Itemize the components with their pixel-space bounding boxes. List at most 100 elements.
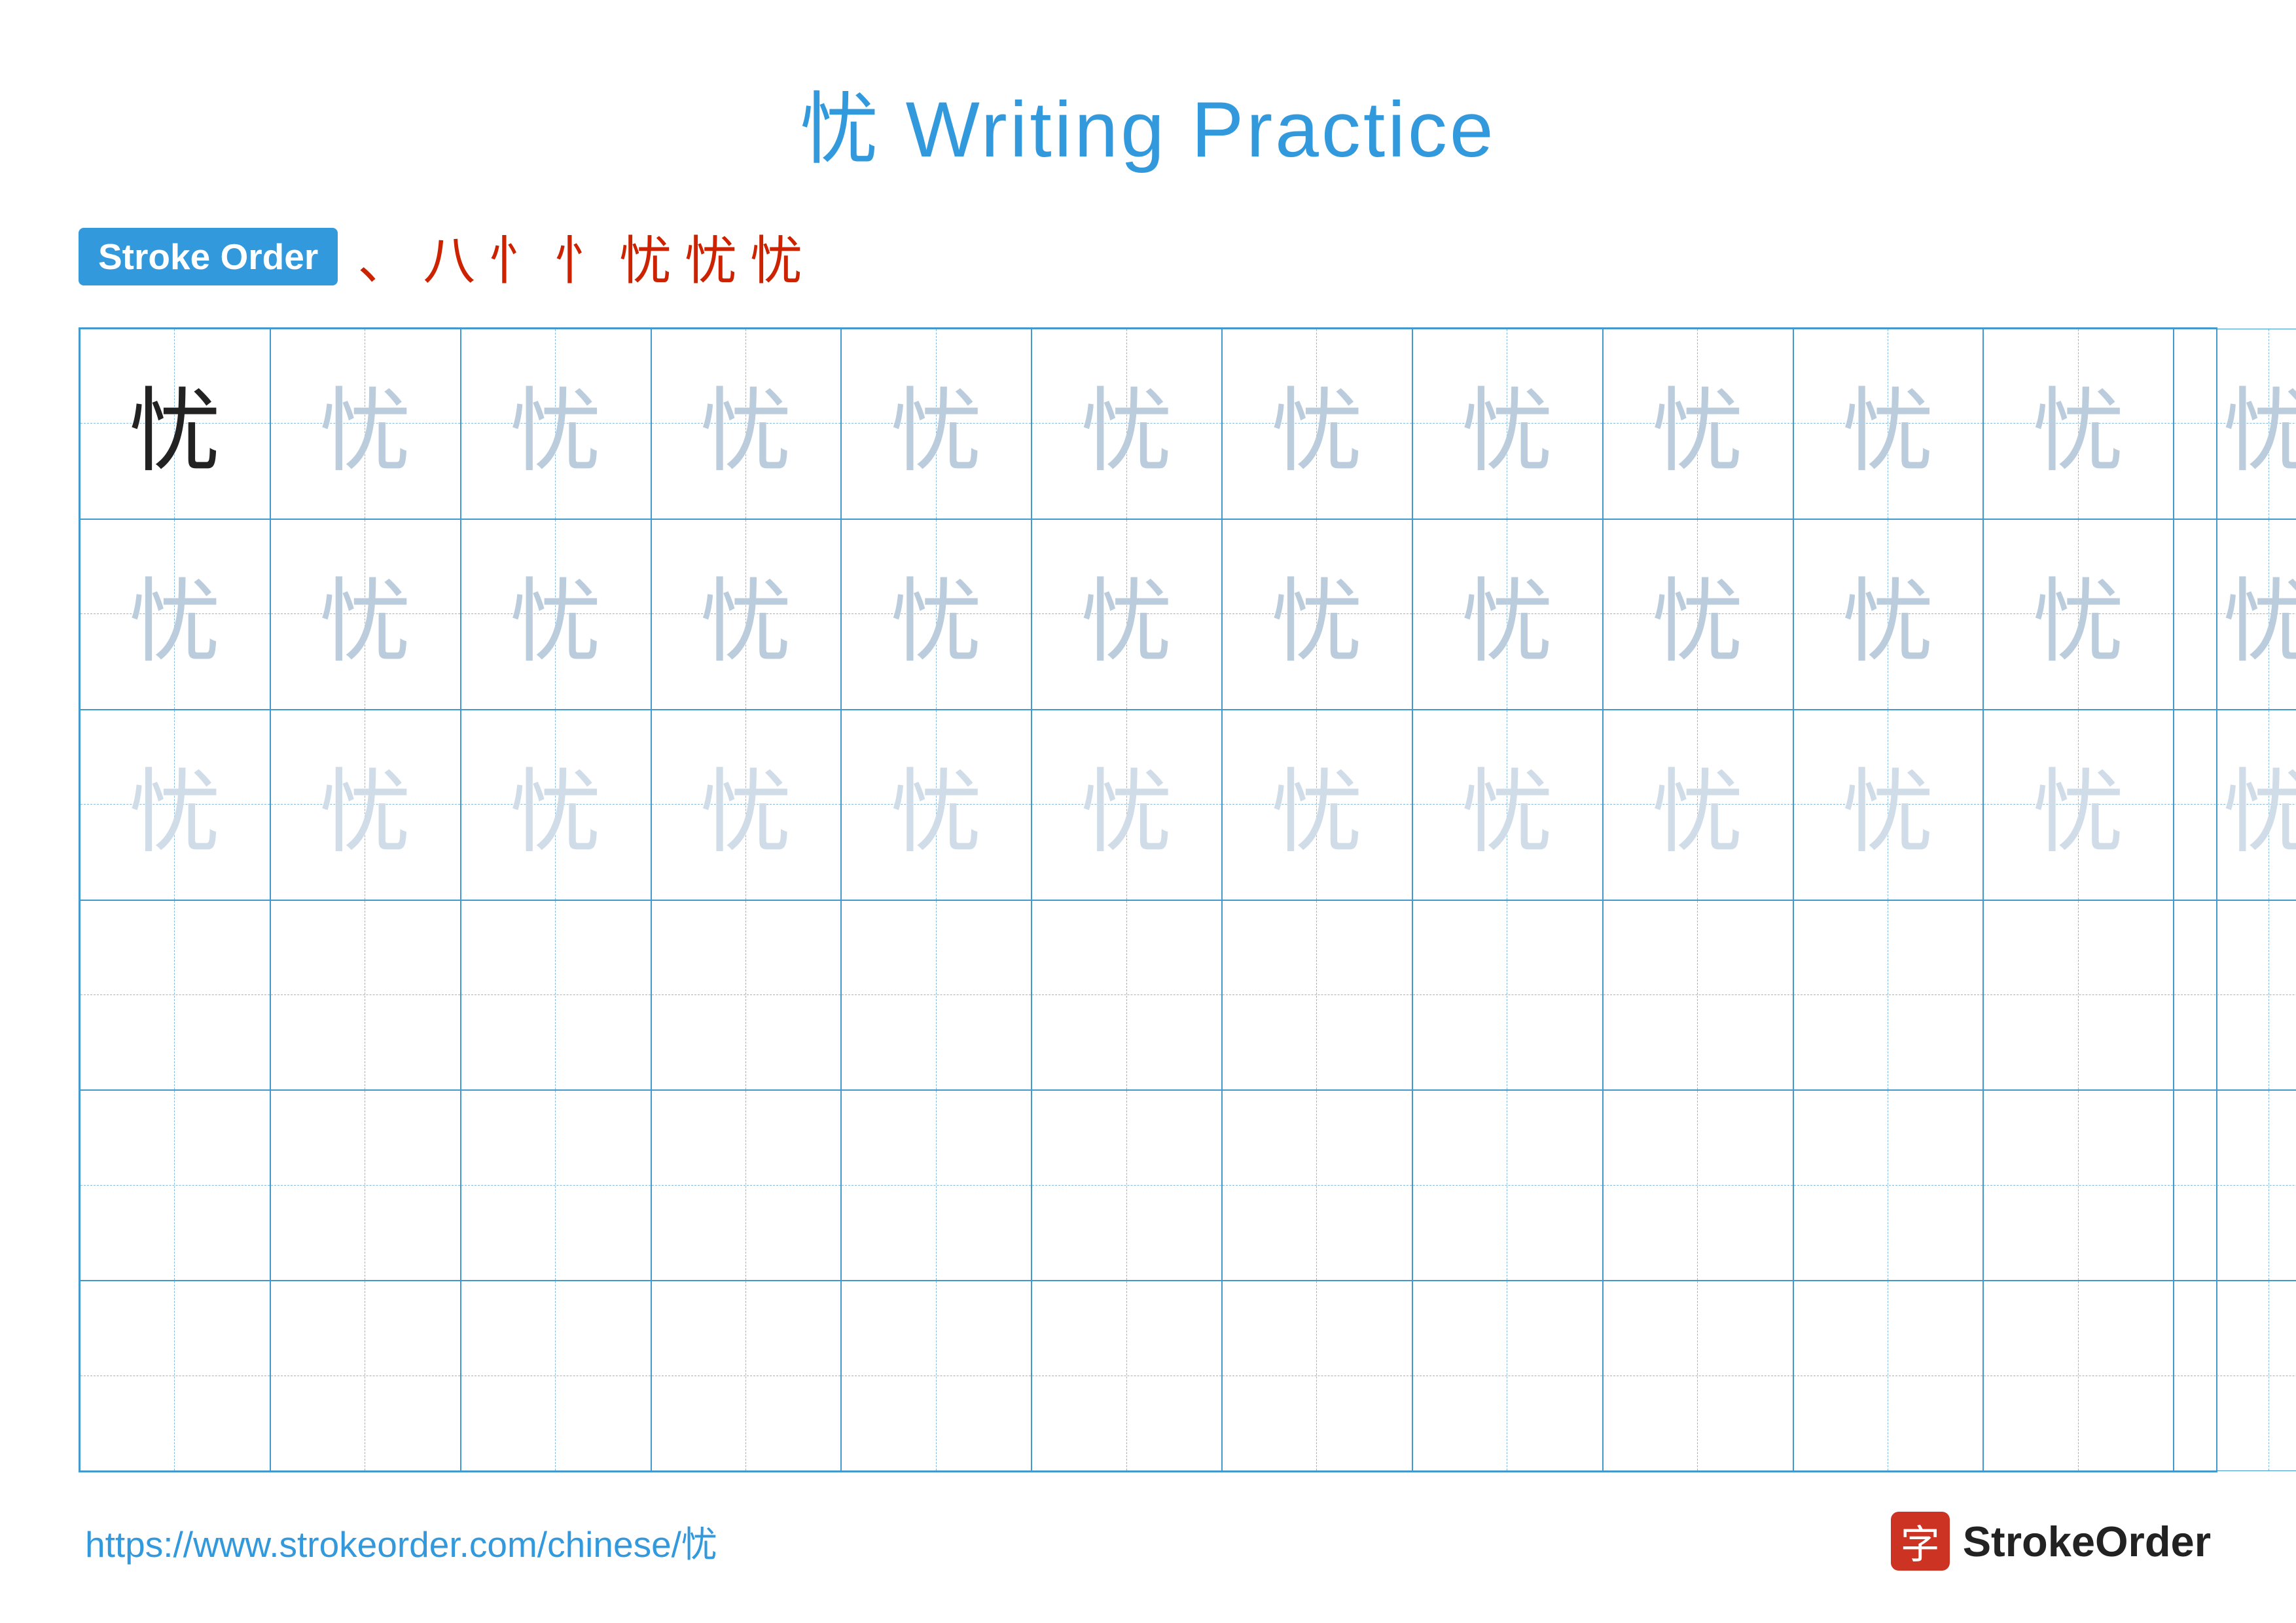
grid-cell-r2c6[interactable]: 忧	[1031, 519, 1222, 710]
stroke-7: 忧	[750, 219, 802, 295]
grid-cell-r3c12[interactable]: 忧	[2174, 710, 2296, 900]
grid-cell-r4c5[interactable]	[841, 900, 1031, 1091]
char-display: 忧	[1271, 739, 1363, 871]
grid-cell-r2c4[interactable]: 忧	[651, 519, 842, 710]
grid-cell-r1c3[interactable]: 忧	[461, 329, 651, 519]
grid-cell-r5c4[interactable]	[651, 1090, 842, 1281]
grid-cell-r4c7[interactable]	[1222, 900, 1412, 1091]
grid-cell-r3c3[interactable]: 忧	[461, 710, 651, 900]
grid-cell-r6c7[interactable]	[1222, 1281, 1412, 1471]
grid-cell-r4c8[interactable]	[1412, 900, 1603, 1091]
grid-cell-r1c9[interactable]: 忧	[1603, 329, 1793, 519]
char-display: 忧	[1271, 548, 1363, 680]
grid-cell-r6c6[interactable]	[1031, 1281, 1222, 1471]
grid-cell-r2c1[interactable]: 忧	[80, 519, 270, 710]
grid-cell-r1c5[interactable]: 忧	[841, 329, 1031, 519]
footer-logo: 字 StrokeOrder	[1891, 1512, 2211, 1571]
grid-cell-r2c2[interactable]: 忧	[270, 519, 461, 710]
char-display: 忧	[1462, 739, 1553, 871]
grid-cell-r1c2[interactable]: 忧	[270, 329, 461, 519]
grid-cell-r3c9[interactable]: 忧	[1603, 710, 1793, 900]
char-display: 忧	[1081, 357, 1173, 490]
grid-cell-r6c11[interactable]	[1983, 1281, 2174, 1471]
logo-name: StrokeOrder	[1963, 1517, 2211, 1566]
grid-cell-r1c6[interactable]: 忧	[1031, 329, 1222, 519]
grid-cell-r6c5[interactable]	[841, 1281, 1031, 1471]
grid-cell-r1c10[interactable]: 忧	[1793, 329, 1984, 519]
char-display: 忧	[1652, 548, 1744, 680]
grid-cell-r6c9[interactable]	[1603, 1281, 1793, 1471]
footer-url[interactable]: https://www.strokeorder.com/chinese/忧	[85, 1515, 717, 1567]
title-chinese: 忧	[800, 86, 881, 173]
char-display: 忧	[129, 739, 221, 871]
grid-cell-r6c10[interactable]	[1793, 1281, 1984, 1471]
grid-cell-r3c11[interactable]: 忧	[1983, 710, 2174, 900]
grid-cell-r5c8[interactable]	[1412, 1090, 1603, 1281]
grid-cell-r6c3[interactable]	[461, 1281, 651, 1471]
grid-cell-r1c11[interactable]: 忧	[1983, 329, 2174, 519]
grid-cell-r3c6[interactable]: 忧	[1031, 710, 1222, 900]
grid-cell-r4c9[interactable]	[1603, 900, 1793, 1091]
grid-cell-r5c5[interactable]	[841, 1090, 1031, 1281]
grid-cell-r2c7[interactable]: 忧	[1222, 519, 1412, 710]
grid-cell-r5c2[interactable]	[270, 1090, 461, 1281]
grid-cell-r1c1[interactable]: 忧	[80, 329, 270, 519]
char-display: 忧	[2223, 357, 2296, 490]
char-display: 忧	[1842, 548, 1934, 680]
grid-cell-r5c6[interactable]	[1031, 1090, 1222, 1281]
grid-cell-r4c12[interactable]	[2174, 900, 2296, 1091]
grid-cell-r5c11[interactable]	[1983, 1090, 2174, 1281]
char-display: 忧	[1842, 739, 1934, 871]
char-display: 忧	[2223, 548, 2296, 680]
grid-cell-r5c7[interactable]	[1222, 1090, 1412, 1281]
grid-cell-r6c4[interactable]	[651, 1281, 842, 1471]
grid-cell-r2c5[interactable]: 忧	[841, 519, 1031, 710]
grid-cell-r2c11[interactable]: 忧	[1983, 519, 2174, 710]
char-display: 忧	[510, 357, 601, 490]
grid-cell-r6c12[interactable]	[2174, 1281, 2296, 1471]
grid-cell-r3c1[interactable]: 忧	[80, 710, 270, 900]
grid-cell-r2c3[interactable]: 忧	[461, 519, 651, 710]
grid-cell-r5c3[interactable]	[461, 1090, 651, 1281]
char-display: 忧	[2033, 357, 2125, 490]
grid-cell-r5c10[interactable]	[1793, 1090, 1984, 1281]
grid-cell-r6c1[interactable]	[80, 1281, 270, 1471]
grid-cell-r3c5[interactable]: 忧	[841, 710, 1031, 900]
grid-cell-r3c7[interactable]: 忧	[1222, 710, 1412, 900]
stroke-sequence: 、 八 忄 忄 忧 忧 忧	[357, 219, 802, 295]
grid-cell-r2c9[interactable]: 忧	[1603, 519, 1793, 710]
char-display: 忧	[1462, 548, 1553, 680]
grid-cell-r3c2[interactable]: 忧	[270, 710, 461, 900]
grid-cell-r4c3[interactable]	[461, 900, 651, 1091]
grid-cell-r1c4[interactable]: 忧	[651, 329, 842, 519]
char-display: 忧	[510, 739, 601, 871]
grid-cell-r4c4[interactable]	[651, 900, 842, 1091]
grid-cell-r4c6[interactable]	[1031, 900, 1222, 1091]
grid-cell-r1c12[interactable]: 忧	[2174, 329, 2296, 519]
grid-cell-r4c10[interactable]	[1793, 900, 1984, 1091]
grid-cell-r3c4[interactable]: 忧	[651, 710, 842, 900]
grid-cell-r4c2[interactable]	[270, 900, 461, 1091]
grid-cell-r2c10[interactable]: 忧	[1793, 519, 1984, 710]
grid-cell-r5c12[interactable]	[2174, 1090, 2296, 1281]
grid-cell-r4c1[interactable]	[80, 900, 270, 1091]
grid-cell-r2c8[interactable]: 忧	[1412, 519, 1603, 710]
stroke-order-badge: Stroke Order	[79, 228, 338, 285]
grid-cell-r5c1[interactable]	[80, 1090, 270, 1281]
grid-cell-r1c7[interactable]: 忧	[1222, 329, 1412, 519]
char-display: 忧	[1081, 548, 1173, 680]
char-display: 忧	[319, 548, 411, 680]
grid-cell-r1c8[interactable]: 忧	[1412, 329, 1603, 519]
char-display: 忧	[891, 739, 982, 871]
grid-cell-r6c2[interactable]	[270, 1281, 461, 1471]
grid-cell-r2c12[interactable]: 忧	[2174, 519, 2296, 710]
grid-cell-r4c11[interactable]	[1983, 900, 2174, 1091]
char-display: 忧	[891, 357, 982, 490]
logo-char: 字	[1901, 1513, 1940, 1570]
char-display: 忧	[700, 548, 792, 680]
grid-cell-r5c9[interactable]	[1603, 1090, 1793, 1281]
stroke-4: 忄	[554, 219, 606, 295]
grid-cell-r3c10[interactable]: 忧	[1793, 710, 1984, 900]
grid-cell-r3c8[interactable]: 忧	[1412, 710, 1603, 900]
grid-cell-r6c8[interactable]	[1412, 1281, 1603, 1471]
